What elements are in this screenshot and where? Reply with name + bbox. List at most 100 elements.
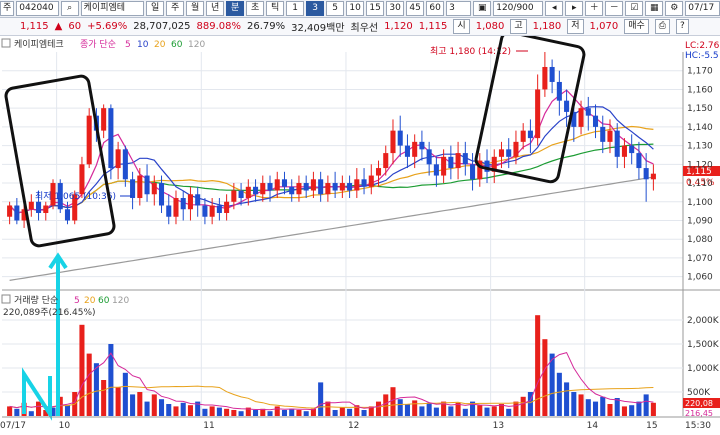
candle-body [122, 149, 128, 180]
volume-bar [28, 411, 34, 416]
period-month[interactable]: 월 [186, 1, 205, 16]
candle-body [274, 179, 280, 191]
interval-3[interactable]: 3 [306, 1, 325, 16]
price-chart[interactable]: 케이피엠테크 종가 단순 5 10 20 60 120 LC:2.76 HC:-… [0, 36, 720, 435]
candle-body [629, 145, 635, 154]
interval-60[interactable]: 60 [426, 1, 445, 16]
candle-body [151, 183, 157, 195]
volume-bar [621, 406, 627, 416]
prev-icon[interactable]: ◂ [545, 1, 564, 16]
volume-bar [477, 405, 483, 416]
open-label: 시 [453, 19, 470, 34]
search-icon[interactable]: ⌕ [60, 1, 79, 16]
candle-body [339, 183, 345, 191]
volume-bar [484, 407, 490, 416]
lock-icon[interactable]: ▣ [473, 1, 492, 16]
volume-legend-value: 220,089주(216.45%) [3, 307, 96, 318]
low-annotation: 최저 1,065 (10:36) [35, 191, 116, 202]
candle-body [187, 194, 193, 210]
candle-body [527, 130, 533, 139]
x-tick-label: 07/17 [0, 421, 26, 431]
period-year[interactable]: 년 [206, 1, 225, 16]
zoom-in-icon[interactable]: ＋ [585, 1, 604, 16]
volume-bar [202, 408, 208, 416]
candle-body [7, 205, 13, 217]
legend-checkbox-icon[interactable] [1, 38, 11, 48]
x-tick-label: 15 [646, 421, 657, 431]
y-tick-label: 1,150 [687, 104, 713, 114]
x-tick-label: 14 [587, 421, 599, 431]
volume-bar [491, 406, 497, 416]
volume-bars [7, 315, 656, 416]
checkbox-icon[interactable]: ☑ [625, 1, 644, 16]
high-value: 1,180 [532, 21, 562, 32]
volume-bar [383, 394, 389, 416]
candle-body [209, 205, 215, 217]
y-tick-label: 1,090 [687, 216, 713, 226]
period-minute[interactable]: 분 [226, 1, 245, 16]
open-value: 1,080 [475, 21, 505, 32]
volume-bar [332, 410, 338, 416]
candle-body [520, 130, 526, 142]
name-field[interactable]: 케이피엠테 [80, 1, 145, 16]
volume-bar [296, 410, 302, 416]
interval-30[interactable]: 30 [386, 1, 405, 16]
count-input[interactable]: 120/900 [493, 1, 544, 16]
period-second[interactable]: 초 [246, 1, 265, 16]
candle-body [14, 205, 20, 221]
x-tick-label: 15:30 [685, 421, 711, 431]
date-input[interactable]: 07/17 [685, 1, 720, 16]
volume-bar [520, 396, 526, 416]
type-select[interactable]: 주 [0, 1, 15, 16]
volume-bar [238, 411, 244, 416]
y-tick-label: 1,130 [687, 142, 713, 152]
volume-bar [448, 406, 454, 416]
grid-icon[interactable]: ▦ [645, 1, 664, 16]
interval-5[interactable]: 5 [326, 1, 345, 16]
bid-value: 1,115 [418, 21, 448, 32]
y-tick-label: 1,070 [687, 254, 713, 264]
volume-legend-ma60: 60 [98, 296, 110, 306]
next-icon[interactable]: ▸ [565, 1, 584, 16]
volume-bar [64, 405, 71, 416]
period-tick[interactable]: 틱 [266, 1, 285, 16]
interval-select[interactable]: 3 [446, 1, 472, 16]
candle-body [130, 179, 136, 199]
volume-bar [115, 387, 121, 416]
volume-checkbox-icon[interactable] [1, 294, 11, 304]
period-week[interactable]: 주 [166, 1, 185, 16]
volume-bar [571, 392, 577, 416]
volume-bar [289, 408, 295, 416]
candle-body [643, 168, 649, 180]
candle-body [310, 179, 316, 191]
settings-icon[interactable]: ⚙ [665, 1, 684, 16]
code-input[interactable]: 042040 [16, 1, 59, 16]
interval-45[interactable]: 45 [406, 1, 425, 16]
period-day[interactable]: 일 [146, 1, 165, 16]
candle-body [231, 190, 237, 202]
help-icon[interactable]: ? [675, 19, 689, 34]
top-toolbar: 주 042040 ⌕ 케이피엠테 일 주 월 년 분 초 틱 1 3 5 10 … [0, 0, 720, 18]
interval-10[interactable]: 10 [346, 1, 365, 16]
zoom-out-icon[interactable]: － [605, 1, 624, 16]
candle-body [173, 198, 179, 217]
print-icon[interactable]: ⎙ [654, 19, 670, 34]
y-tick-label: 1,110 [687, 179, 713, 189]
candle-body [375, 168, 382, 176]
buy-button[interactable]: 매수 [624, 19, 649, 34]
volume-bar [209, 406, 215, 416]
candle-body [650, 173, 656, 180]
volume-bar [187, 405, 193, 416]
y-tick-label: 1,170 [687, 67, 713, 77]
candle-body [64, 209, 71, 221]
volume-bar [643, 394, 649, 416]
interval-1[interactable]: 1 [286, 1, 305, 16]
interval-15[interactable]: 15 [366, 1, 385, 16]
volume-bar [361, 410, 367, 416]
turnover-value: 26.79% [247, 21, 286, 32]
volume-bar [419, 406, 425, 416]
volume-bar [224, 408, 230, 416]
volume-bar [318, 382, 324, 416]
volume-bar [578, 394, 584, 416]
x-tick-label: 13 [493, 421, 504, 431]
